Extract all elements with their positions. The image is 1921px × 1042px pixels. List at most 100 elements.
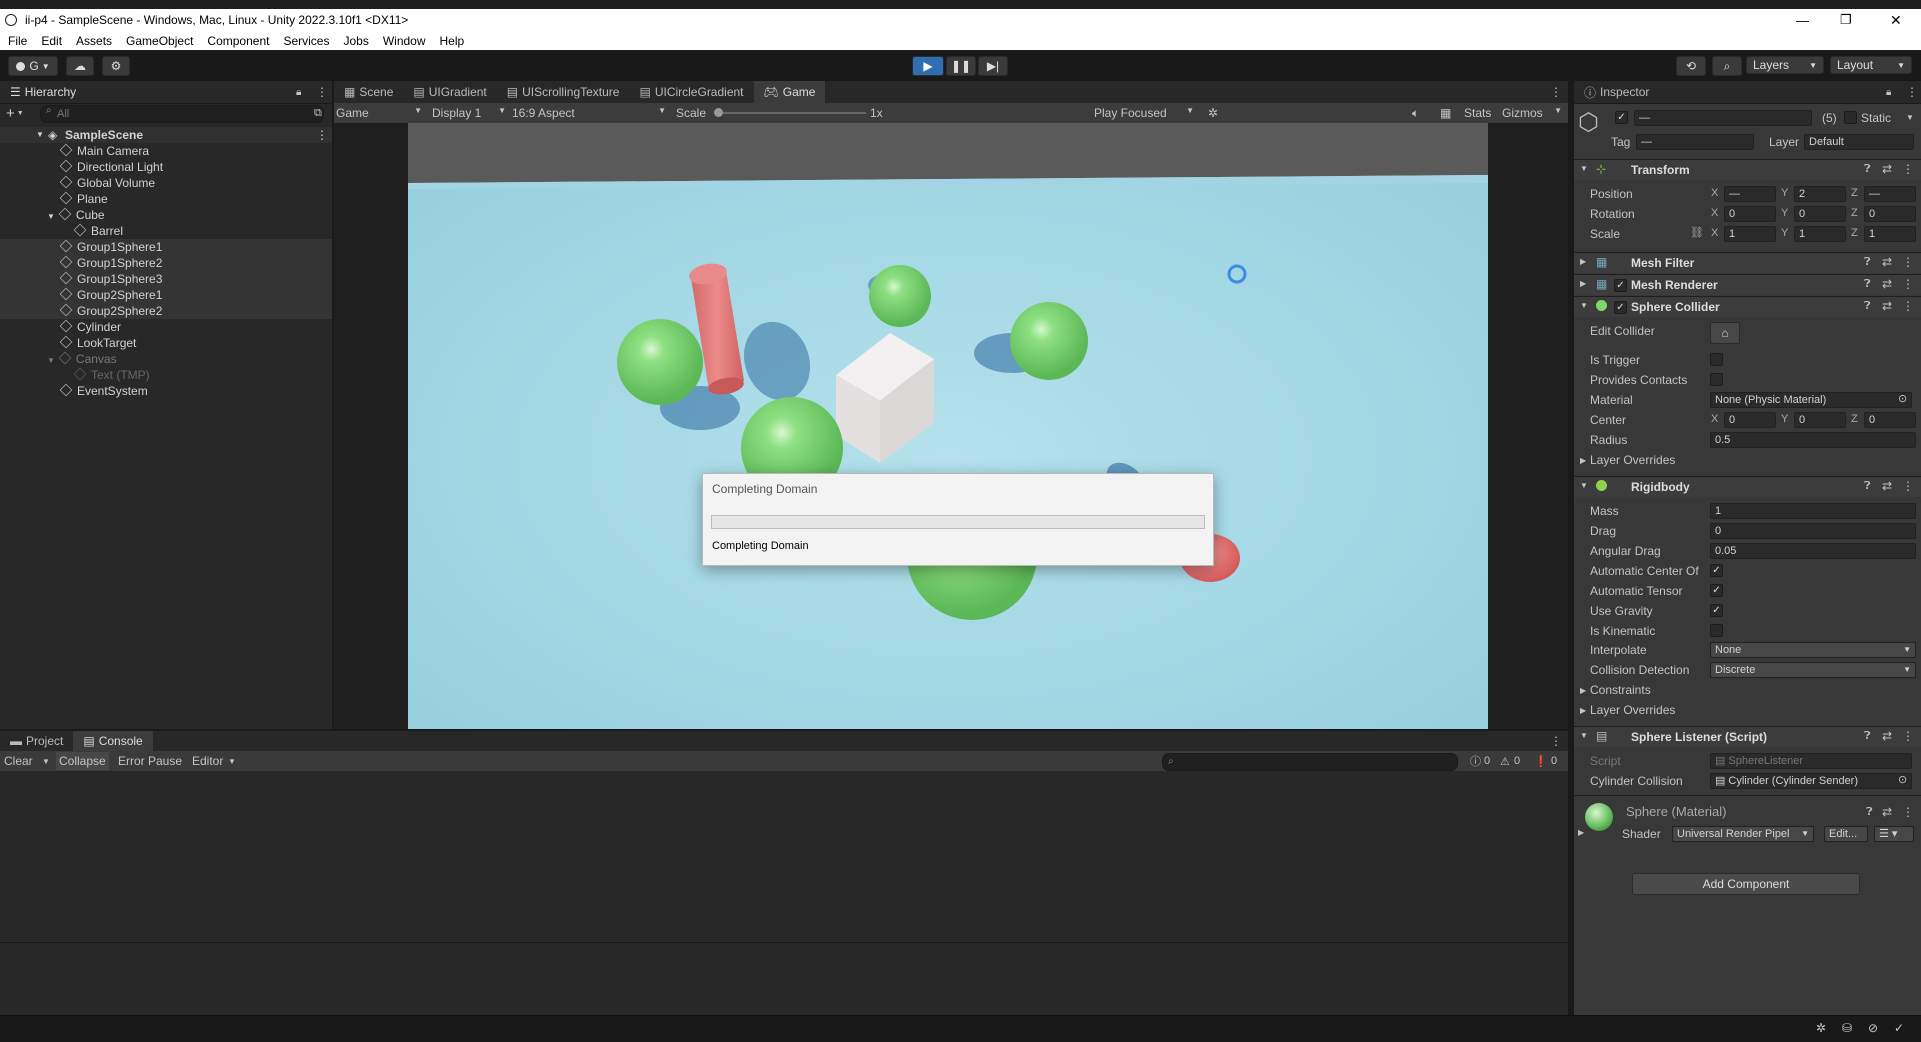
object-picker-icon[interactable]: ⊙ [1898, 773, 1907, 786]
is-kinematic-checkbox[interactable] [1710, 624, 1723, 637]
hierarchy-item-directional-light[interactable]: Directional Light [59, 159, 163, 175]
position-x[interactable]: — [1724, 186, 1776, 202]
hierarchy-item-main-camera[interactable]: Main Camera [59, 143, 149, 159]
angular-drag-field[interactable]: 0.05 [1710, 543, 1916, 559]
physic-material-field[interactable]: None (Physic Material) [1710, 392, 1912, 408]
menu-edit[interactable]: Edit [41, 34, 62, 48]
more-options-icon[interactable]: ⋮ [1902, 479, 1914, 493]
more-options-icon[interactable]: ⋮ [1902, 162, 1914, 176]
chevron-down-icon[interactable]: ▼ [42, 757, 50, 766]
presets-icon[interactable]: ⇄ [1882, 162, 1892, 176]
expand-arrow-icon[interactable]: ▶ [1580, 279, 1586, 288]
aspect-dropdown[interactable]: 16:9 Aspect ▼ [512, 106, 666, 120]
chevron-down-icon[interactable]: ▼ [228, 757, 236, 766]
presets-icon[interactable]: ⇄ [1882, 729, 1892, 743]
step-button[interactable]: ▶| [978, 56, 1008, 76]
gizmos-dropdown[interactable]: Gizmos ▼ [1502, 106, 1562, 120]
collab-button[interactable]: ⚙ [102, 56, 130, 76]
menu-help[interactable]: Help [440, 34, 465, 48]
tab-inspector[interactable]: ⓘ Inspector [1574, 81, 1660, 103]
expand-arrow-icon[interactable]: ▶ [1580, 257, 1586, 266]
mesh-renderer-enabled-checkbox[interactable]: ✓ [1614, 279, 1627, 292]
clear-button[interactable]: Clear [4, 754, 33, 768]
layer-dropdown[interactable]: Default [1804, 134, 1914, 150]
sphere-collider-enabled-checkbox[interactable]: ✓ [1614, 301, 1627, 314]
error-icon[interactable]: ❗ [1534, 755, 1548, 768]
hierarchy-item-group1sphere3[interactable]: Group1Sphere3 [59, 271, 162, 287]
game-render[interactable] [334, 123, 1568, 729]
shader-options-button[interactable]: ☰ ▾ [1874, 826, 1914, 842]
position-z[interactable]: — [1864, 186, 1916, 202]
tab-project[interactable]: ▬ Project [0, 731, 73, 751]
hierarchy-item-global-volume[interactable]: Global Volume [59, 175, 155, 191]
expand-arrow-icon[interactable]: ▼ [36, 127, 44, 143]
object-name-field[interactable]: — [1634, 110, 1812, 126]
scale-y[interactable]: 1 [1794, 226, 1846, 242]
expand-arrow-icon[interactable]: ▶ [1580, 686, 1586, 695]
add-icon[interactable]: + [6, 105, 15, 122]
transform-header[interactable]: ▼ ⊹ Transform ❓︎ ⇄ ⋮ [1574, 159, 1921, 180]
presets-icon[interactable]: ⇄ [1882, 805, 1892, 819]
more-options-icon[interactable]: ⋮ [1906, 85, 1918, 99]
menu-services[interactable]: Services [283, 34, 329, 48]
position-y[interactable]: 2 [1794, 186, 1846, 202]
search-by-type-icon[interactable]: ⧉ [314, 107, 322, 120]
more-options-icon[interactable]: ⋮ [316, 127, 328, 143]
help-icon[interactable]: ❓︎ [1864, 256, 1871, 269]
hierarchy-item-group2sphere2[interactable]: Group2Sphere2 [59, 303, 162, 319]
minimize-button[interactable]: — [1796, 13, 1809, 28]
radius-field[interactable]: 0.5 [1710, 432, 1916, 448]
bug-icon[interactable]: ✲ [1816, 1021, 1826, 1035]
drag-field[interactable]: 0 [1710, 523, 1916, 539]
interpolate-dropdown[interactable]: None ▼ [1710, 642, 1916, 658]
expand-arrow-icon[interactable]: ▶ [1578, 828, 1584, 837]
rigidbody-header[interactable]: ▼ Rigidbody ❓︎ ⇄ ⋮ [1574, 476, 1921, 497]
rotation-x[interactable]: 0 [1724, 206, 1776, 222]
tab-scene[interactable]: ▦ Scene [334, 81, 403, 103]
menu-jobs[interactable]: Jobs [343, 34, 368, 48]
expand-arrow-icon[interactable]: ▼ [1580, 301, 1588, 310]
mesh-filter-header[interactable]: ▶ ▦ Mesh Filter ❓︎ ⇄ ⋮ [1574, 252, 1921, 273]
lock-icon[interactable]: 🔒︎ [1886, 87, 1891, 98]
hierarchy-item-eventsystem[interactable]: EventSystem [59, 383, 148, 399]
layer-overrides-foldout[interactable]: Layer Overrides [1590, 703, 1675, 717]
expand-arrow-icon[interactable]: ▼ [47, 356, 55, 365]
presets-icon[interactable]: ⇄ [1882, 255, 1892, 269]
maximize-button[interactable]: ❐ [1840, 12, 1852, 28]
expand-arrow-icon[interactable]: ▼ [1580, 481, 1588, 490]
hierarchy-item-barrel[interactable]: Barrel [73, 223, 123, 239]
sphere-listener-header[interactable]: ▼ ▤ Sphere Listener (Script) ❓︎ ⇄ ⋮ [1574, 726, 1921, 747]
more-options-icon[interactable]: ⋮ [1902, 729, 1914, 743]
debug-icon[interactable]: ⊘ [1868, 1021, 1878, 1035]
mesh-renderer-header[interactable]: ▶ ▦ ✓ Mesh Renderer ❓︎ ⇄ ⋮ [1574, 274, 1921, 295]
use-gravity-checkbox[interactable]: ✓ [1710, 604, 1723, 617]
hierarchy-item-cylinder[interactable]: Cylinder [59, 319, 121, 335]
play-mode-dropdown[interactable]: Play Focused ▼ [1094, 106, 1194, 120]
rotation-y[interactable]: 0 [1794, 206, 1846, 222]
menu-file[interactable]: File [8, 34, 27, 48]
presets-icon[interactable]: ⇄ [1882, 479, 1892, 493]
display-dropdown[interactable]: Display 1 ▼ [432, 106, 506, 120]
scale-x[interactable]: 1 [1724, 226, 1776, 242]
auto-tensor-checkbox[interactable]: ✓ [1710, 584, 1723, 597]
editor-dropdown[interactable]: Editor [192, 754, 223, 768]
object-picker-icon[interactable]: ⊙ [1898, 392, 1907, 405]
hierarchy-item-canvas[interactable]: ▼ Canvas [47, 351, 117, 367]
collapse-button[interactable]: Collapse [56, 752, 109, 770]
collision-detection-dropdown[interactable]: Discrete ▼ [1710, 662, 1916, 678]
grid-icon[interactable]: ▦ [1440, 106, 1451, 120]
help-icon[interactable]: ❓︎ [1864, 730, 1871, 743]
lock-icon[interactable]: 🔒︎ [296, 87, 301, 98]
history-button[interactable]: ⟲ [1676, 56, 1706, 76]
scale-z[interactable]: 1 [1864, 226, 1916, 242]
expand-arrow-icon[interactable]: ▼ [1580, 164, 1588, 173]
menu-window[interactable]: Window [383, 34, 426, 48]
layers-dropdown[interactable]: Layers ▼ [1746, 56, 1824, 74]
is-trigger-checkbox[interactable] [1710, 353, 1723, 366]
provides-contacts-checkbox[interactable] [1710, 373, 1723, 386]
more-options-icon[interactable]: ⋮ [1902, 805, 1914, 819]
console-search-input[interactable] [1162, 753, 1458, 771]
expand-arrow-icon[interactable]: ▼ [47, 212, 55, 221]
more-options-icon[interactable]: ⋮ [1550, 85, 1562, 99]
hierarchy-item-text-tmp[interactable]: Text (TMP) [73, 367, 150, 383]
